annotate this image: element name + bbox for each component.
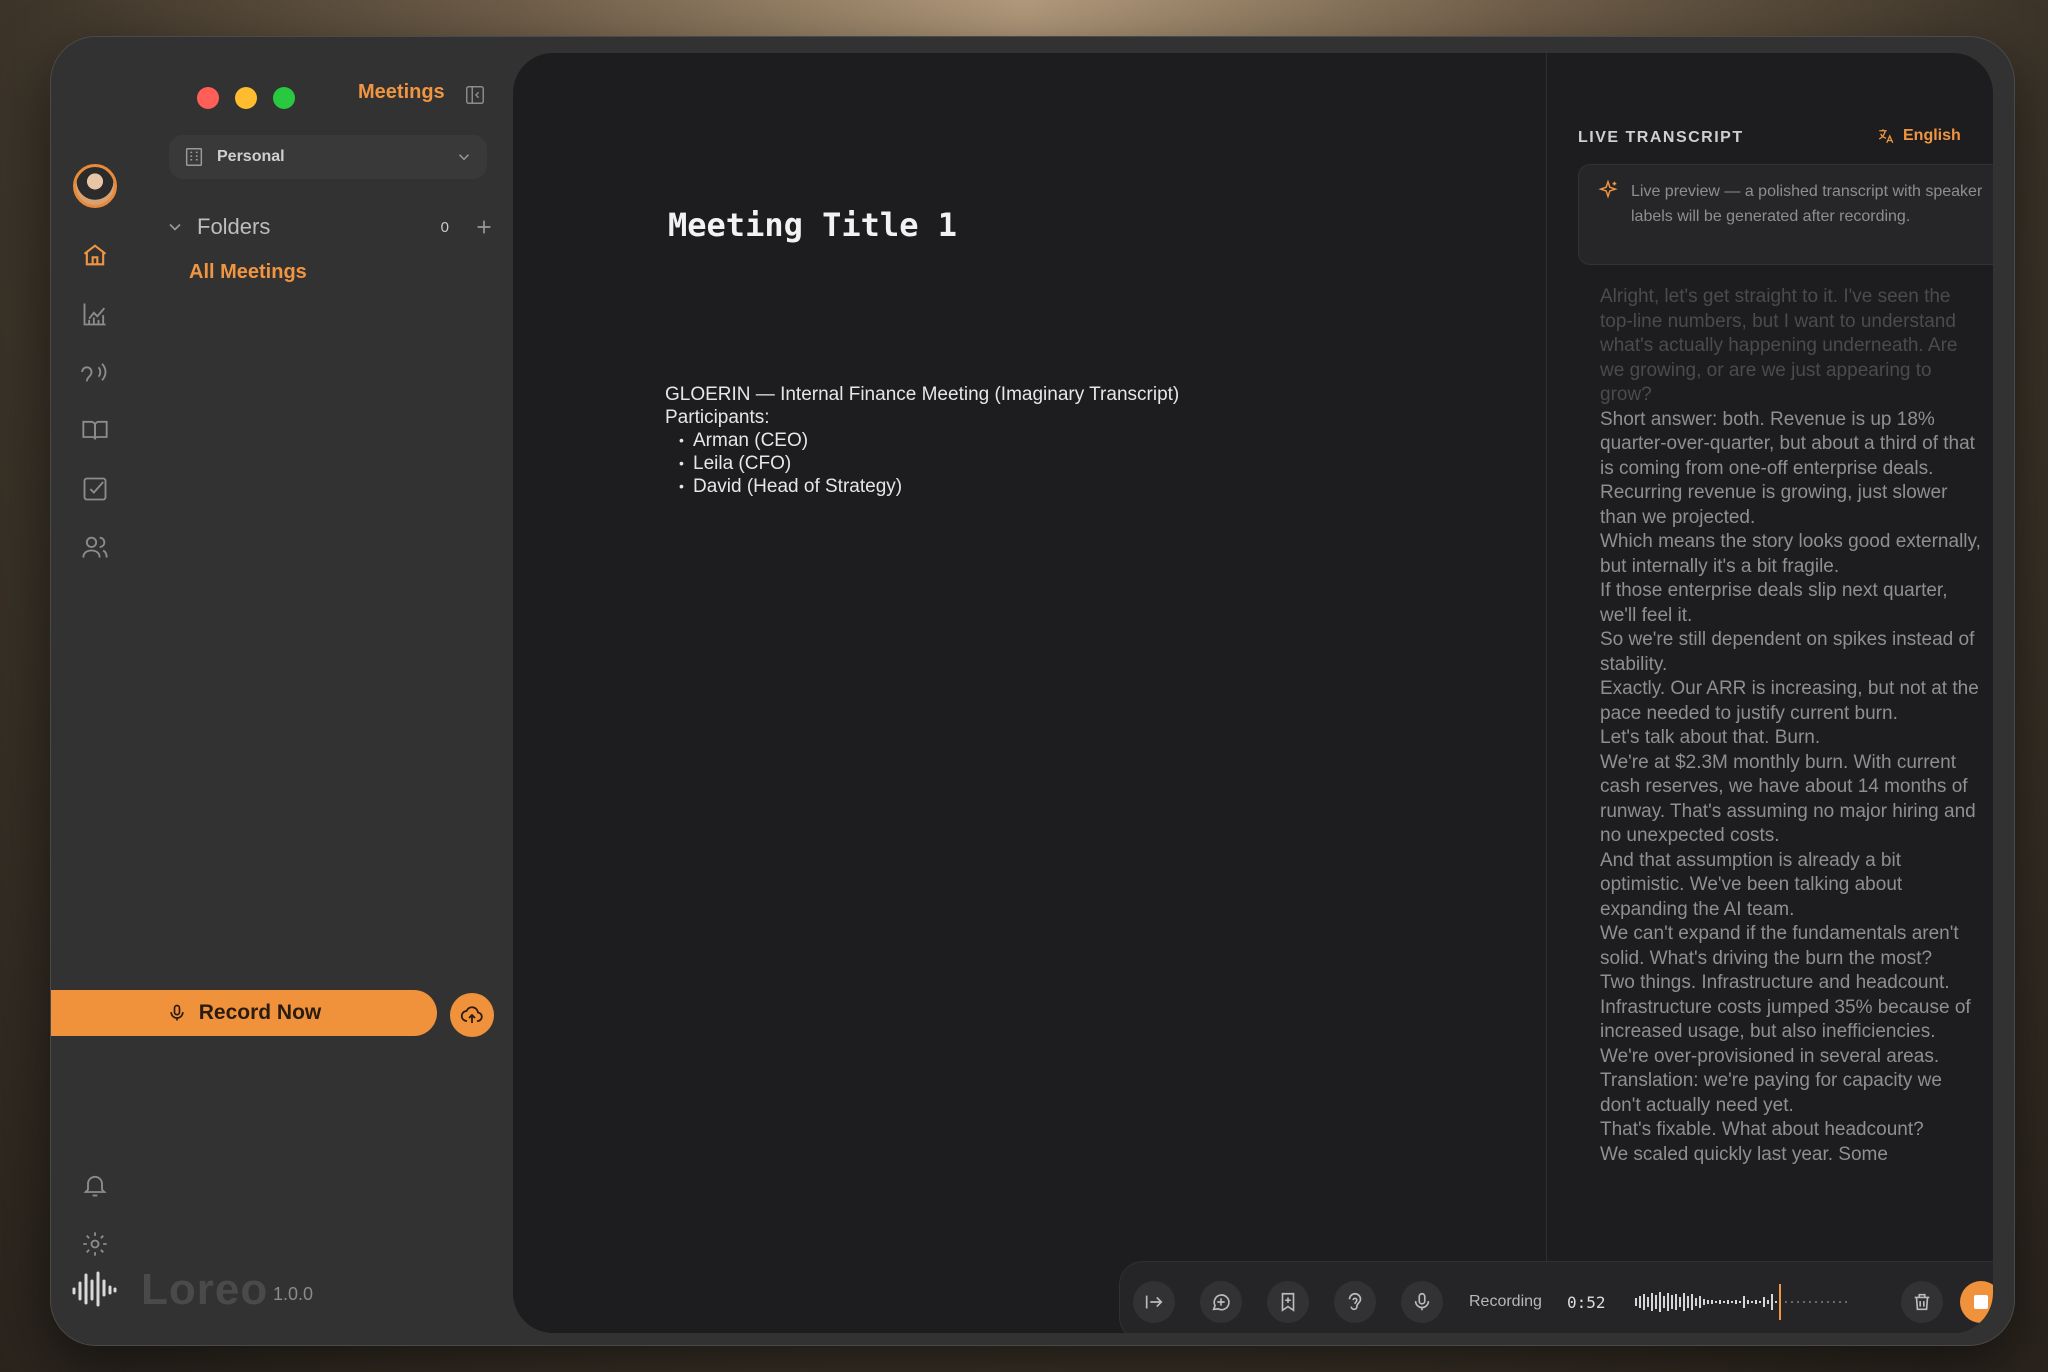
bookmark-add-icon [1277, 1291, 1299, 1313]
bookmark-button[interactable] [1267, 1281, 1309, 1323]
cloud-upload-icon [460, 1003, 484, 1027]
transcript-line: Alright, let's get straight to it. I've … [1600, 285, 1986, 408]
panel-divider [1546, 53, 1547, 1333]
nav-rail [51, 37, 161, 1345]
zoom-window-button[interactable] [273, 87, 295, 109]
analytics-icon[interactable] [78, 297, 112, 331]
bell-icon[interactable] [78, 1168, 112, 1202]
live-preview-note: Live preview — a polished transcript wit… [1578, 164, 1993, 265]
recording-timer: 0:52 [1567, 1293, 1606, 1312]
meeting-notes[interactable]: GLOERIN — Internal Finance Meeting (Imag… [665, 383, 1179, 498]
chevron-down-icon[interactable] [165, 217, 185, 237]
workspace-label: Personal [217, 148, 285, 166]
transcript-line: Translation: we're paying for capacity w… [1600, 1069, 1986, 1118]
window-controls [197, 87, 295, 109]
transcript-line: And that assumption is already a bit opt… [1600, 849, 1986, 923]
brand-logo-icon [71, 1269, 117, 1309]
sidebar-title: Meetings [358, 81, 445, 104]
notes-heading: GLOERIN — Internal Finance Meeting (Imag… [665, 383, 1179, 406]
trash-icon [1911, 1291, 1933, 1313]
transcript-line: If those enterprise deals slip next quar… [1600, 579, 1986, 628]
workspace-select[interactable]: Personal [169, 135, 487, 179]
language-selector[interactable]: English [1877, 127, 1961, 145]
meeting-title[interactable]: Meeting Title 1 [668, 206, 957, 244]
transcript-text: Alright, let's get straight to it. I've … [1600, 285, 1986, 1167]
transcript-line: Let's talk about that. Burn. [1600, 726, 1986, 751]
language-label: English [1903, 127, 1961, 145]
gear-icon[interactable] [78, 1227, 112, 1261]
participant-item: David (Head of Strategy) [681, 475, 1179, 498]
app-window: Meetings Personal Folders 0 All Meetings… [50, 36, 2015, 1346]
live-preview-text: Live preview — a polished transcript wit… [1631, 183, 1982, 225]
main-panel: Meeting Title 1 GLOERIN — Internal Finan… [513, 53, 1993, 1333]
microphone-icon [1411, 1291, 1433, 1313]
arrow-right-to-bar-icon [1143, 1291, 1165, 1313]
transcript-line: Short answer: both. Revenue is up 18% qu… [1600, 408, 1986, 531]
avatar[interactable] [73, 164, 117, 208]
transcript-line: So we're still dependent on spikes inste… [1600, 628, 1986, 677]
transcript-line: Exactly. Our ARR is increasing, but not … [1600, 677, 1986, 726]
people-icon[interactable] [78, 530, 112, 564]
tasks-icon[interactable] [78, 472, 112, 506]
ear-icon [1344, 1291, 1366, 1313]
book-icon[interactable] [78, 413, 112, 447]
transcript-line: That's fixable. What about headcount? [1600, 1118, 1986, 1143]
recording-controls: Recording 0:52 [1119, 1261, 1993, 1333]
participant-item: Arman (CEO) [681, 429, 1179, 452]
home-icon[interactable] [78, 238, 112, 272]
chevron-down-icon [455, 148, 473, 166]
folders-label: Folders [197, 214, 270, 240]
recording-status: Recording [1469, 1293, 1542, 1311]
translate-icon [1877, 127, 1895, 145]
folders-count: 0 [441, 219, 449, 236]
record-now-label: Record Now [199, 1001, 322, 1025]
transcript-line: Two things. Infrastructure and headcount… [1600, 971, 1986, 1069]
sparkle-icon [1597, 179, 1619, 201]
delete-recording-button[interactable] [1901, 1281, 1943, 1323]
close-window-button[interactable] [197, 87, 219, 109]
stop-recording-button[interactable] [1960, 1281, 1993, 1323]
app-version: 1.0.0 [273, 1284, 313, 1305]
add-folder-icon[interactable] [473, 216, 495, 238]
sidebar-item-all-meetings[interactable]: All Meetings [189, 261, 307, 284]
upload-button[interactable] [450, 993, 494, 1037]
sidebar-collapse-icon[interactable] [464, 84, 486, 106]
voice-icon[interactable] [78, 355, 112, 389]
add-comment-icon [1210, 1291, 1232, 1313]
brand-name: Loreo [141, 1265, 268, 1315]
participants-list: Arman (CEO) Leila (CFO) David (Head of S… [665, 429, 1179, 498]
participant-item: Leila (CFO) [681, 452, 1179, 475]
transcript-heading: LIVE TRANSCRIPT [1578, 129, 1744, 147]
export-button[interactable] [1133, 1281, 1175, 1323]
listen-button[interactable] [1334, 1281, 1376, 1323]
microphone-toggle-button[interactable] [1401, 1281, 1443, 1323]
transcript-line: We're at $2.3M monthly burn. With curren… [1600, 751, 1986, 849]
minimize-window-button[interactable] [235, 87, 257, 109]
add-note-button[interactable] [1200, 1281, 1242, 1323]
transcript-line: Which means the story looks good externa… [1600, 530, 1986, 579]
building-icon [183, 146, 205, 168]
transcript-line: We can't expand if the fundamentals aren… [1600, 922, 1986, 971]
audio-waveform [1635, 1284, 1867, 1320]
stop-icon [1974, 1295, 1988, 1309]
record-now-button[interactable]: Record Now [51, 990, 437, 1036]
transcript-line: We scaled quickly last year. Some [1600, 1143, 1986, 1168]
participants-label: Participants: [665, 406, 1179, 429]
folders-section[interactable]: Folders 0 [165, 211, 495, 243]
microphone-icon [167, 1003, 187, 1023]
